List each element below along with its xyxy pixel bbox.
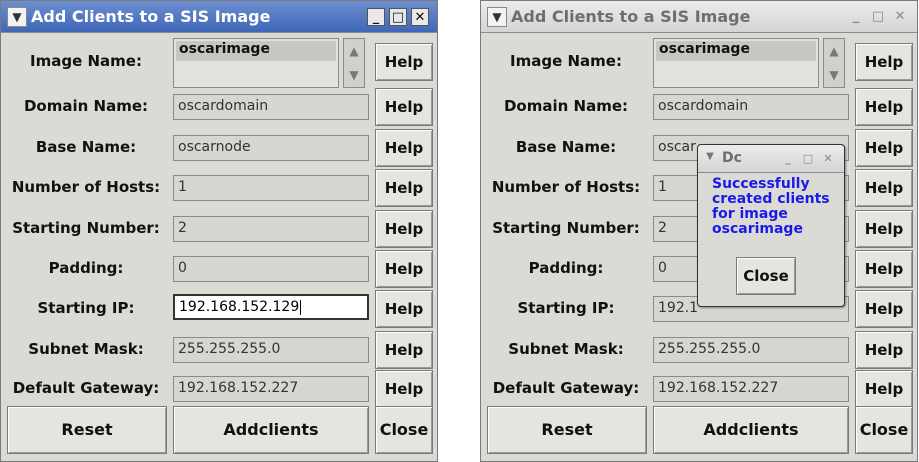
- gateway-field[interactable]: 192.168.152.227: [173, 376, 369, 402]
- close-icon[interactable]: ✕: [891, 8, 909, 26]
- base-name-label: Base Name:: [35, 138, 137, 156]
- help-button-padding[interactable]: Help: [855, 250, 913, 288]
- text-cursor: [300, 299, 302, 315]
- starting-ip-field[interactable]: 192.168.152.129: [173, 294, 369, 320]
- image-name-list[interactable]: oscarimage: [173, 38, 339, 88]
- window-title: Add Clients to a SIS Image: [31, 7, 271, 26]
- base-name-field[interactable]: oscarnode: [173, 135, 369, 161]
- gateway-label: Default Gateway:: [492, 379, 640, 397]
- hosts-label: Number of Hosts:: [11, 178, 161, 196]
- domain-name-label: Domain Name:: [23, 97, 149, 115]
- gateway-field[interactable]: 192.168.152.227: [653, 376, 849, 402]
- help-button-gateway[interactable]: Help: [855, 370, 913, 408]
- subnet-mask-field[interactable]: 255.255.255.0: [653, 337, 849, 363]
- image-name-list[interactable]: oscarimage: [653, 38, 819, 88]
- help-button-domain[interactable]: Help: [375, 88, 433, 126]
- window-title: Add Clients to a SIS Image: [511, 7, 751, 26]
- help-button-base[interactable]: Help: [375, 129, 433, 167]
- reset-button[interactable]: Reset: [487, 406, 647, 454]
- help-button-subnet[interactable]: Help: [855, 331, 913, 369]
- minimize-icon[interactable]: _: [847, 8, 865, 26]
- maximize-icon[interactable]: □: [869, 8, 887, 26]
- help-button-image[interactable]: Help: [375, 43, 433, 81]
- image-list-scrollbar[interactable]: ▲ ▼: [823, 38, 845, 88]
- dialog-close-button[interactable]: Close: [736, 257, 796, 295]
- help-button-hosts[interactable]: Help: [855, 169, 913, 207]
- domain-name-label: Domain Name:: [503, 97, 629, 115]
- scroll-down-icon[interactable]: ▼: [824, 63, 844, 87]
- dialog-title: Dc: [722, 150, 742, 166]
- close-button[interactable]: Close: [855, 406, 913, 454]
- help-button-image[interactable]: Help: [855, 43, 913, 81]
- reset-button[interactable]: Reset: [7, 406, 167, 454]
- padding-label: Padding:: [48, 259, 124, 277]
- domain-name-field[interactable]: oscardomain: [653, 94, 849, 120]
- help-button-hosts[interactable]: Help: [375, 169, 433, 207]
- help-button-gateway[interactable]: Help: [375, 370, 433, 408]
- close-icon[interactable]: ✕: [411, 8, 429, 26]
- help-button-padding[interactable]: Help: [375, 250, 433, 288]
- image-name-label: Image Name:: [510, 52, 622, 70]
- chevron-down-icon[interactable]: ▼: [7, 7, 27, 27]
- minimize-icon[interactable]: _: [367, 8, 385, 26]
- domain-name-field[interactable]: oscardomain: [173, 94, 369, 120]
- image-name-label: Image Name:: [30, 52, 142, 70]
- add-clients-window-inactive: ▼ Add Clients to a SIS Image _ □ ✕ Image…: [480, 0, 918, 462]
- hosts-field[interactable]: 1: [173, 175, 369, 201]
- close-button[interactable]: Close: [375, 406, 433, 454]
- titlebar[interactable]: ▼ Add Clients to a SIS Image _ □ ✕: [481, 1, 917, 33]
- help-button-start[interactable]: Help: [375, 210, 433, 248]
- padding-field[interactable]: 0: [173, 256, 369, 282]
- image-name-selected[interactable]: oscarimage: [656, 41, 816, 61]
- maximize-icon[interactable]: □: [389, 8, 407, 26]
- gateway-label: Default Gateway:: [12, 379, 160, 397]
- minimize-icon[interactable]: _: [780, 150, 796, 166]
- subnet-mask-label: Subnet Mask:: [28, 340, 144, 358]
- scroll-down-icon[interactable]: ▼: [344, 63, 364, 87]
- scroll-up-icon[interactable]: ▲: [344, 39, 364, 63]
- starting-number-label: Starting Number:: [492, 219, 640, 237]
- scroll-up-icon[interactable]: ▲: [824, 39, 844, 63]
- help-button-ip[interactable]: Help: [855, 290, 913, 328]
- image-list-scrollbar[interactable]: ▲ ▼: [343, 38, 365, 88]
- starting-number-field[interactable]: 2: [173, 216, 369, 242]
- help-button-ip[interactable]: Help: [375, 290, 433, 328]
- image-name-selected[interactable]: oscarimage: [176, 41, 336, 61]
- help-button-domain[interactable]: Help: [855, 88, 913, 126]
- success-message: Successfully created clients for image o…: [712, 176, 830, 237]
- help-button-subnet[interactable]: Help: [375, 331, 433, 369]
- starting-ip-label: Starting IP:: [37, 299, 135, 317]
- addclients-button[interactable]: Addclients: [173, 406, 369, 454]
- starting-ip-value: 192.168.152.129: [179, 299, 300, 315]
- addclients-button[interactable]: Addclients: [653, 406, 849, 454]
- chevron-down-icon[interactable]: ▼: [702, 149, 718, 165]
- chevron-down-icon[interactable]: ▼: [487, 7, 507, 27]
- add-clients-window-active: ▼ Add Clients to a SIS Image _ □ ✕ Image…: [0, 0, 438, 462]
- hosts-label: Number of Hosts:: [491, 178, 641, 196]
- padding-label: Padding:: [528, 259, 604, 277]
- base-name-label: Base Name:: [515, 138, 617, 156]
- dialog-titlebar[interactable]: ▼ Dc _ □ ✕: [698, 145, 844, 173]
- maximize-icon[interactable]: □: [800, 150, 816, 166]
- starting-ip-label: Starting IP:: [517, 299, 615, 317]
- subnet-mask-label: Subnet Mask:: [508, 340, 624, 358]
- help-button-base[interactable]: Help: [855, 129, 913, 167]
- titlebar[interactable]: ▼ Add Clients to a SIS Image _ □ ✕: [1, 1, 437, 33]
- subnet-mask-field[interactable]: 255.255.255.0: [173, 337, 369, 363]
- help-button-start[interactable]: Help: [855, 210, 913, 248]
- close-icon[interactable]: ✕: [820, 150, 836, 166]
- success-dialog: ▼ Dc _ □ ✕ Successfully created clients …: [697, 144, 845, 307]
- starting-number-label: Starting Number:: [12, 219, 160, 237]
